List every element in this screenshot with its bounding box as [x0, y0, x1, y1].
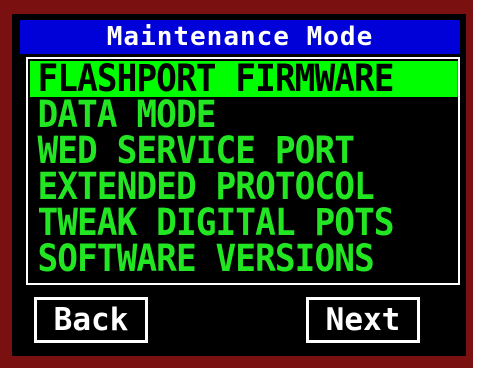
- menu-list: FLASHPORT FIRMWARE DATA MODE WED SERVICE…: [26, 57, 460, 285]
- menu-item-extended-protocol[interactable]: EXTENDED PROTOCOL: [30, 168, 428, 205]
- title-bar: Maintenance Mode: [20, 20, 460, 54]
- menu-item-wed-service-port[interactable]: WED SERVICE PORT: [30, 132, 428, 169]
- menu-item-flashport-firmware[interactable]: FLASHPORT FIRMWARE: [30, 60, 458, 97]
- back-button[interactable]: Back: [34, 297, 148, 343]
- menu-item-tweak-digital-pots[interactable]: TWEAK DIGITAL POTS: [30, 204, 428, 241]
- next-button[interactable]: Next: [306, 297, 420, 343]
- menu-item-data-mode[interactable]: DATA MODE: [30, 96, 428, 133]
- menu-item-software-versions[interactable]: SOFTWARE VERSIONS: [30, 240, 428, 277]
- device-bezel: Maintenance Mode FLASHPORT FIRMWARE DATA…: [0, 0, 473, 368]
